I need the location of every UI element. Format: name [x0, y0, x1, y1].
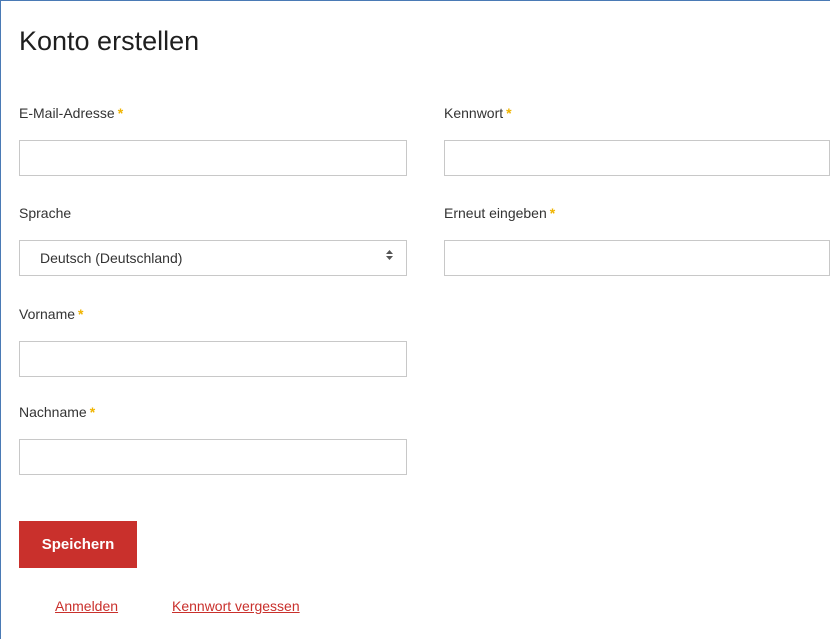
last-name-field[interactable]	[19, 439, 407, 475]
language-select-value: Deutsch (Deutschland)	[40, 250, 183, 266]
password-repeat-label-text: Erneut eingeben	[444, 205, 547, 221]
first-name-label-text: Vorname	[19, 306, 76, 322]
email-label: E-Mail-Adresse *	[19, 104, 123, 122]
password-repeat-field[interactable]	[444, 240, 830, 276]
last-name-label: Nachname *	[19, 403, 95, 421]
required-marker: *	[89, 404, 96, 420]
password-repeat-label: Erneut eingeben *	[444, 204, 555, 222]
page-title: Konto erstellen	[19, 26, 200, 56]
forgot-password-link[interactable]: Kennwort vergessen	[172, 598, 300, 614]
sort-arrows-icon-svg	[386, 250, 393, 260]
language-label: Sprache	[19, 204, 71, 222]
required-marker: *	[549, 205, 556, 221]
first-name-field[interactable]	[19, 341, 407, 377]
email-field[interactable]	[19, 140, 407, 176]
login-link[interactable]: Anmelden	[55, 598, 118, 614]
password-label: Kennwort *	[444, 104, 512, 122]
last-name-label-text: Nachname	[19, 404, 87, 420]
language-label-text: Sprache	[19, 205, 72, 221]
email-label-text: E-Mail-Adresse	[19, 105, 115, 121]
required-marker: *	[117, 105, 124, 121]
language-select[interactable]: Deutsch (Deutschland)	[19, 240, 407, 276]
sort-arrows-icon	[386, 250, 393, 260]
save-button[interactable]: Speichern	[19, 521, 137, 568]
password-field[interactable]	[444, 140, 830, 176]
required-marker: *	[506, 105, 512, 121]
password-label-text: Kennwort	[444, 105, 504, 121]
first-name-label: Vorname *	[19, 305, 84, 323]
required-marker: *	[78, 306, 84, 322]
